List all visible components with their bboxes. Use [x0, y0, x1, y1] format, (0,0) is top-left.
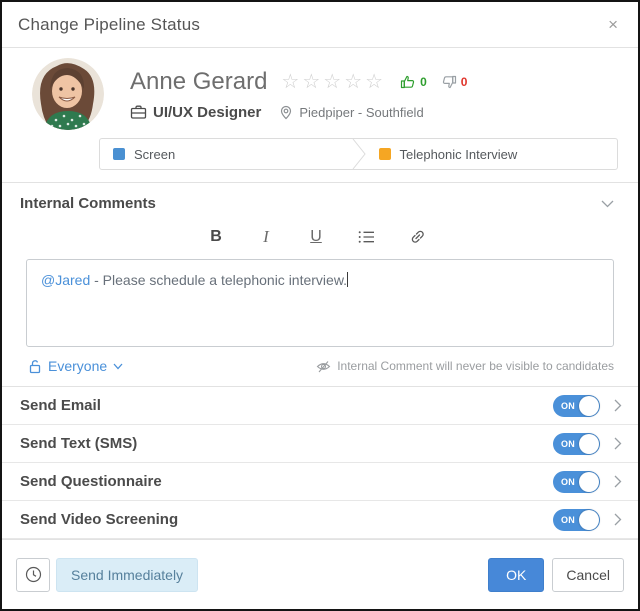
pipeline-stage-screen[interactable]: Screen: [100, 139, 352, 169]
toggle-knob: [579, 472, 599, 492]
modal-title: Change Pipeline Status: [18, 15, 200, 35]
hyperlink-icon: [409, 229, 426, 245]
pipeline-stage-bar: Screen Telephonic Interview: [99, 138, 618, 170]
stage-label: Screen: [134, 147, 175, 162]
pipeline-stage-telephonic-interview[interactable]: Telephonic Interview: [366, 139, 618, 169]
send-email-label: Send Email: [20, 397, 101, 414]
modal-header: Change Pipeline Status ×: [2, 2, 638, 48]
stage-color-swatch: [379, 148, 391, 160]
send-questionnaire-label: Send Questionnaire: [20, 473, 162, 490]
chevron-right-icon[interactable]: [614, 513, 622, 526]
job-title: UI/UX Designer: [153, 104, 261, 121]
change-pipeline-status-modal: Change Pipeline Status ×: [0, 0, 640, 611]
thumbs-down-control[interactable]: 0: [441, 74, 468, 90]
stage-color-swatch: [113, 148, 125, 160]
visibility-note-text: Internal Comment will never be visible t…: [337, 359, 614, 373]
text-caret: [347, 272, 348, 287]
thumbs-down-count: 0: [461, 75, 468, 89]
send-email-row[interactable]: Send Email ON: [2, 387, 638, 425]
stage-separator-chevron: [352, 139, 366, 169]
chevron-down-icon: [113, 363, 123, 370]
location-pin-icon: [279, 105, 293, 120]
thumbs-up-icon: [400, 74, 416, 90]
underline-button[interactable]: U: [308, 228, 324, 246]
visibility-note: Internal Comment will never be visible t…: [316, 359, 614, 373]
toggle-on-label: ON: [561, 515, 575, 525]
unlock-icon: [28, 359, 42, 374]
insert-link-button[interactable]: [409, 229, 426, 245]
candidate-profile-section: Anne Gerard ☆☆☆☆☆ 0 0 UI/UX Designer: [2, 48, 638, 183]
comment-input[interactable]: @Jared - Please schedule a telephonic in…: [26, 259, 614, 347]
thumbs-up-count: 0: [420, 75, 427, 89]
send-video-screening-toggle[interactable]: ON: [553, 509, 600, 531]
send-text-sms-label: Send Text (SMS): [20, 435, 137, 452]
clock-icon: [25, 566, 42, 583]
send-text-sms-row[interactable]: Send Text (SMS) ON: [2, 425, 638, 463]
visibility-dropdown[interactable]: Everyone: [28, 358, 123, 374]
stage-label: Telephonic Interview: [400, 147, 518, 162]
toggle-on-label: ON: [561, 477, 575, 487]
send-video-screening-row[interactable]: Send Video Screening ON: [2, 501, 638, 539]
chevron-right-icon[interactable]: [614, 475, 622, 488]
bold-button[interactable]: B: [208, 228, 224, 246]
candidate-name: Anne Gerard: [130, 68, 267, 96]
send-email-toggle[interactable]: ON: [553, 395, 600, 417]
modal-footer: Send Immediately OK Cancel: [2, 539, 638, 609]
chevron-right-icon[interactable]: [614, 399, 622, 412]
send-questionnaire-toggle[interactable]: ON: [553, 471, 600, 493]
toggle-on-label: ON: [561, 401, 575, 411]
location-text: Piedpiper - Southfield: [299, 105, 423, 120]
toggle-on-label: ON: [561, 439, 575, 449]
send-immediately-button[interactable]: Send Immediately: [56, 558, 198, 592]
eye-slash-icon: [316, 360, 331, 373]
schedule-send-button[interactable]: [16, 558, 50, 592]
send-text-sms-toggle[interactable]: ON: [553, 433, 600, 455]
thumbs-up-control[interactable]: 0: [400, 74, 427, 90]
toggle-knob: [579, 510, 599, 530]
close-icon[interactable]: ×: [604, 14, 622, 35]
comment-format-toolbar: B I U: [20, 225, 614, 249]
bullet-list-button[interactable]: [358, 230, 375, 244]
italic-button[interactable]: I: [258, 227, 274, 247]
avatar: [32, 58, 104, 130]
mention-text: @Jared: [41, 272, 90, 288]
collapse-chevron-icon[interactable]: [601, 200, 614, 208]
bullet-list-icon: [358, 230, 375, 244]
briefcase-icon: [130, 104, 147, 120]
rating-stars[interactable]: ☆☆☆☆☆: [281, 72, 386, 92]
ok-button[interactable]: OK: [488, 558, 544, 592]
send-video-screening-label: Send Video Screening: [20, 511, 178, 528]
toggle-knob: [579, 396, 599, 416]
send-questionnaire-row[interactable]: Send Questionnaire ON: [2, 463, 638, 501]
chevron-right-icon[interactable]: [614, 437, 622, 450]
comment-text: - Please schedule a telephonic interview…: [90, 272, 347, 288]
thumbs-down-icon: [441, 74, 457, 90]
internal-comments-section: Internal Comments B I U @Jared - Please …: [2, 183, 638, 387]
cancel-button[interactable]: Cancel: [552, 558, 624, 592]
visibility-label: Everyone: [48, 358, 107, 374]
internal-comments-heading: Internal Comments: [20, 195, 156, 212]
toggle-knob: [579, 434, 599, 454]
